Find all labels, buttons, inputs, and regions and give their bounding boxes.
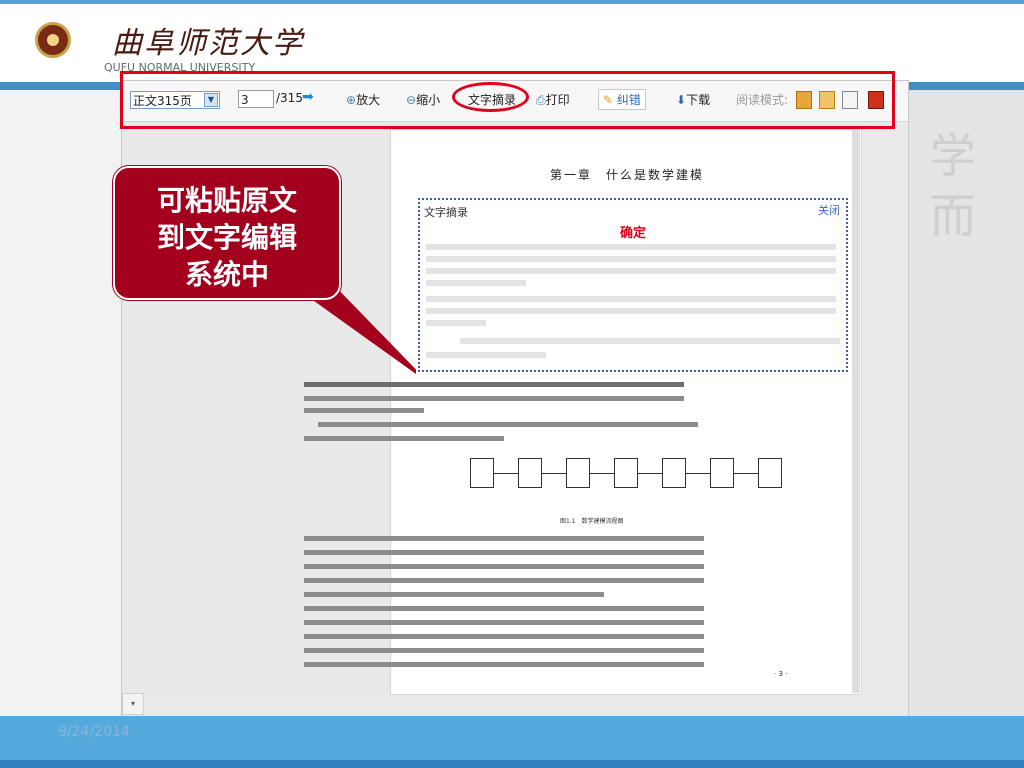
excerpt-confirm-button[interactable]: 确定 xyxy=(620,222,646,241)
excerpt-panel-title: 文字摘录 xyxy=(424,206,468,219)
footer-stripe xyxy=(0,760,1024,768)
page-text-line xyxy=(304,536,704,541)
flow-box xyxy=(518,458,542,488)
footer-band xyxy=(0,716,1024,768)
page-text-line xyxy=(318,422,698,427)
callout-line: 可粘贴原文 xyxy=(156,184,297,217)
calligraphy-decoration: 学 xyxy=(930,129,976,183)
excerpt-text-line xyxy=(426,256,836,262)
page-text-line xyxy=(304,550,704,555)
flow-box xyxy=(758,458,782,488)
flow-arrow xyxy=(686,473,710,474)
header-top-strip xyxy=(0,0,1024,4)
flow-arrow xyxy=(638,473,662,474)
collapse-toggle[interactable]: ▾ xyxy=(122,693,144,715)
page-number: · 3 · xyxy=(774,670,788,678)
page-text-line xyxy=(304,620,704,625)
flow-arrow xyxy=(734,473,758,474)
flow-box xyxy=(566,458,590,488)
page-text-line xyxy=(304,396,684,401)
chapter-title: 第一章 什么是数学建模 xyxy=(550,168,705,182)
callout-text: 可粘贴原文 到文字编辑 系统中 xyxy=(115,182,339,293)
page-text-line xyxy=(304,578,704,583)
university-name-cn: 曲阜师范大学 xyxy=(112,26,304,61)
callout-line: 到文字编辑 xyxy=(156,221,297,254)
page-text-line xyxy=(304,606,704,611)
university-seal-icon xyxy=(35,22,71,58)
flow-box xyxy=(614,458,638,488)
page-text-line xyxy=(304,592,604,597)
flow-arrow xyxy=(542,473,566,474)
vertical-scrollbar[interactable] xyxy=(852,129,860,693)
flow-arrow xyxy=(494,473,518,474)
excerpt-button-highlight-oval xyxy=(452,82,529,112)
page-text-line xyxy=(304,662,704,667)
page-text-line xyxy=(304,564,704,569)
excerpt-text-line xyxy=(426,320,486,326)
flow-box xyxy=(662,458,686,488)
excerpt-text-line xyxy=(426,352,546,358)
slide-date: 9/24/2014 xyxy=(58,724,130,740)
excerpt-text-line xyxy=(460,338,840,344)
page-text-line xyxy=(304,436,504,441)
flow-box xyxy=(470,458,494,488)
text-excerpt-panel[interactable]: 文字摘录 关闭 确定 xyxy=(418,198,848,372)
excerpt-close-button[interactable]: 关闭 xyxy=(818,202,840,218)
figure-caption: 图1.1 数学建模流程图 xyxy=(560,518,624,525)
excerpt-text-line xyxy=(426,244,836,250)
excerpt-text-line xyxy=(426,268,836,274)
flow-box xyxy=(710,458,734,488)
excerpt-text-line xyxy=(426,280,526,286)
excerpt-text-line xyxy=(426,296,836,302)
excerpt-text-line xyxy=(426,308,836,314)
callout-line: 系统中 xyxy=(184,258,269,291)
flow-arrow xyxy=(590,473,614,474)
page-text-line xyxy=(304,634,704,639)
page-text-line xyxy=(304,408,424,413)
calligraphy-decoration: 而 xyxy=(930,189,976,243)
annotation-callout: 可粘贴原文 到文字编辑 系统中 xyxy=(113,166,341,300)
page-text-line xyxy=(304,648,704,653)
